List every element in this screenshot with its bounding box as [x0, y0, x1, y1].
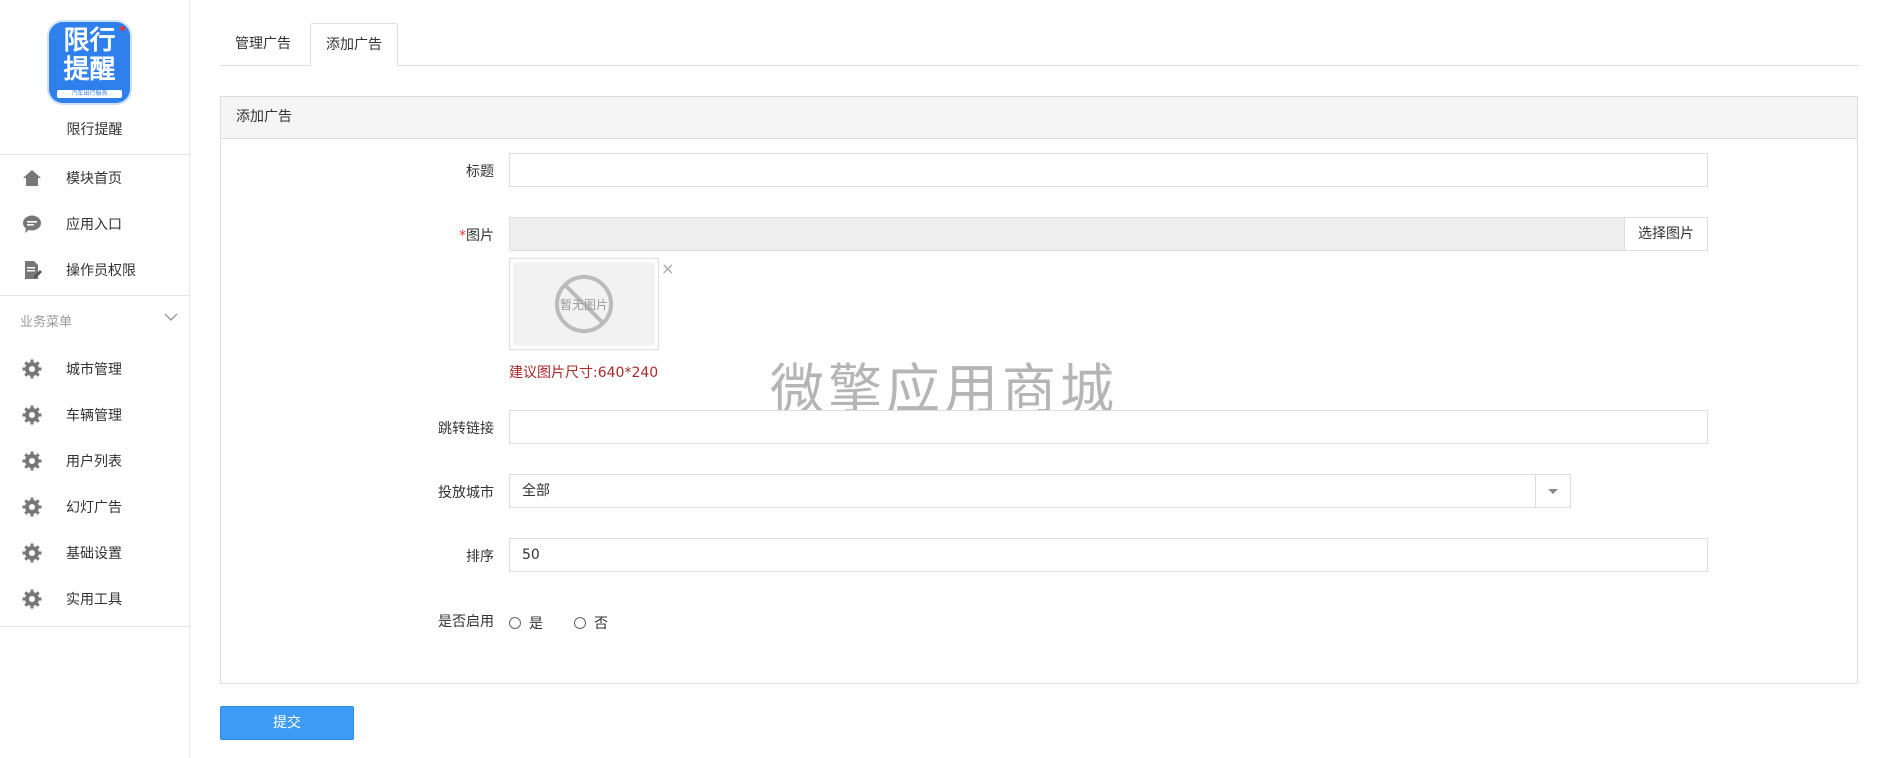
image-label: *图片 — [294, 225, 494, 245]
divider — [0, 626, 189, 627]
sidebar-item-operator-permissions[interactable]: 操作员权限 — [0, 247, 189, 293]
app-logo[interactable]: 限行 提醒 汽车出行服务 — [49, 22, 130, 103]
chat-icon — [23, 215, 41, 233]
close-icon[interactable]: × — [661, 261, 674, 277]
enable-no-radio[interactable]: 否 — [574, 613, 608, 633]
sidebar-item-label: 模块首页 — [66, 171, 122, 187]
logo-band: 汽车出行服务 — [57, 90, 122, 98]
tab-add-ad[interactable]: 添加广告 — [310, 23, 398, 66]
sidebar-item-home[interactable]: 模块首页 — [0, 155, 189, 201]
choose-image-button[interactable]: 选择图片 — [1624, 217, 1708, 251]
enable-label: 是否启用 — [438, 614, 494, 630]
sidebar-item-utilities[interactable]: 实用工具 — [0, 576, 189, 622]
required-mark: * — [459, 228, 466, 244]
no-image-text: 暂无图片 — [560, 298, 608, 312]
gear-icon — [22, 543, 42, 563]
sort-input[interactable]: 50 — [509, 538, 1708, 572]
link-label: 跳转链接 — [438, 421, 494, 437]
radio-label: 是 — [529, 616, 543, 632]
sidebar-item-vehicle-management[interactable]: 车辆管理 — [0, 392, 189, 438]
divider — [0, 295, 189, 296]
dropdown-arrow[interactable] — [1535, 475, 1570, 507]
tab-bar: 管理广告 添加广告 — [220, 23, 1859, 66]
radio-label: 否 — [594, 616, 608, 632]
sidebar: 限行 提醒 汽车出行服务 限行提醒 模块首页 应用入口 操作员权限 业务菜单 城… — [0, 0, 190, 758]
sidebar-item-label: 城市管理 — [66, 362, 122, 378]
title-label: 标题 — [466, 164, 494, 180]
sidebar-item-label: 实用工具 — [66, 592, 122, 608]
app-name: 限行提醒 — [66, 122, 123, 138]
sort-label: 排序 — [466, 549, 494, 565]
sidebar-item-label: 车辆管理 — [66, 408, 122, 424]
image-preview: 暂无图片 — [509, 258, 659, 350]
sidebar-item-basic-settings[interactable]: 基础设置 — [0, 530, 189, 576]
city-select[interactable]: 全部 — [509, 474, 1571, 508]
sidebar-item-label: 用户列表 — [66, 454, 122, 470]
sidebar-item-user-list[interactable]: 用户列表 — [0, 438, 189, 484]
sidebar-item-slide-ads[interactable]: 幻灯广告 — [0, 484, 189, 530]
radio-circle-icon — [574, 617, 586, 629]
image-label-text: 图片 — [466, 228, 494, 244]
home-icon — [23, 170, 41, 186]
sidebar-item-label: 操作员权限 — [66, 263, 136, 279]
gear-icon — [22, 497, 42, 517]
sidebar-item-app-entry[interactable]: 应用入口 — [0, 201, 189, 247]
link-input[interactable] — [509, 410, 1708, 444]
submit-button[interactable]: 提交 — [220, 706, 354, 740]
city-label: 投放城市 — [438, 485, 494, 501]
image-path-input[interactable] — [509, 217, 1708, 251]
logo-text-line1: 限行 — [63, 26, 116, 56]
caret-down-icon — [1548, 489, 1558, 494]
image-size-hint: 建议图片尺寸:640*240 — [509, 365, 659, 381]
no-image-icon: 暂无图片 — [555, 275, 613, 333]
enable-yes-radio[interactable]: 是 — [509, 613, 543, 633]
image-placeholder: 暂无图片 — [513, 262, 655, 346]
logo-text-line2: 提醒 — [63, 55, 116, 85]
city-select-value: 全部 — [522, 483, 550, 499]
chevron-down-icon[interactable] — [164, 312, 178, 322]
gear-icon — [22, 405, 42, 425]
edit-doc-icon — [25, 261, 42, 279]
tab-manage-ads[interactable]: 管理广告 — [220, 23, 310, 65]
gear-icon — [22, 359, 42, 379]
panel-title: 添加广告 — [221, 97, 1857, 139]
radio-circle-icon — [509, 617, 521, 629]
gear-icon — [22, 451, 42, 471]
sidebar-item-city-management[interactable]: 城市管理 — [0, 346, 189, 392]
gear-icon — [22, 589, 42, 609]
sidebar-item-label: 基础设置 — [66, 546, 122, 562]
sidebar-item-label: 幻灯广告 — [66, 500, 122, 516]
title-input[interactable] — [509, 153, 1708, 187]
group-title[interactable]: 业务菜单 — [20, 311, 72, 330]
sidebar-item-label: 应用入口 — [66, 217, 122, 233]
